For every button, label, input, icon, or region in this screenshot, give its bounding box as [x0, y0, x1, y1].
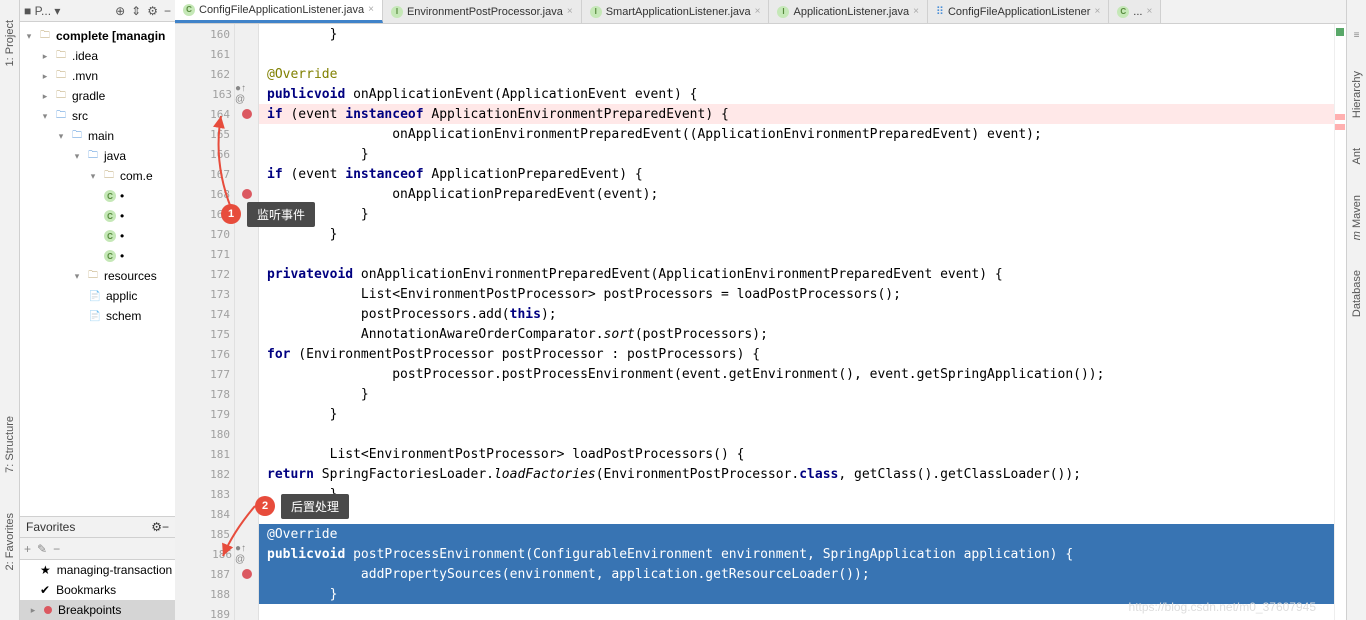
interface-icon: I: [777, 6, 789, 18]
editor-tab[interactable]: ⠿ ConfigFileApplicationListener ×: [928, 0, 1109, 23]
error-marker[interactable]: [1335, 114, 1345, 120]
class-icon: C: [1117, 6, 1129, 18]
code-line[interactable]: [259, 424, 1346, 444]
close-icon[interactable]: ×: [1094, 6, 1100, 17]
code-line[interactable]: AnnotationAwareOrderComparator.sort(post…: [259, 324, 1346, 344]
code-line[interactable]: }: [259, 384, 1346, 404]
tab-label: ...: [1133, 6, 1142, 18]
delete-icon[interactable]: −: [53, 542, 60, 556]
close-icon[interactable]: ×: [1146, 6, 1152, 17]
code-line[interactable]: }: [259, 484, 1346, 504]
tab-label: ConfigFileApplicationListener.java: [199, 4, 364, 16]
xml-icon: ⠿: [936, 5, 944, 18]
collapse-icon[interactable]: ⇕: [131, 4, 141, 18]
code-line[interactable]: List<EnvironmentPostProcessor> loadPostP…: [259, 444, 1346, 464]
code-line[interactable]: for (EnvironmentPostProcessor postProces…: [259, 344, 1346, 364]
code-line[interactable]: postProcessor.postProcessEnvironment(eve…: [259, 364, 1346, 384]
favorites-list[interactable]: ★managing-transaction ✔Bookmarks ▸Breakp…: [20, 560, 175, 620]
breakpoint-icon[interactable]: [242, 569, 252, 579]
breakpoint-icon[interactable]: [242, 109, 252, 119]
code-line[interactable]: }: [259, 24, 1346, 44]
close-icon[interactable]: ×: [567, 6, 573, 17]
right-tool-rail: ≡ Hierarchy Ant m Maven Database: [1346, 0, 1366, 620]
code-line[interactable]: onApplicationEnvironmentPreparedEvent((A…: [259, 124, 1346, 144]
hide-icon[interactable]: −: [162, 520, 169, 534]
add-icon[interactable]: +: [24, 542, 31, 556]
code-line[interactable]: }: [259, 204, 1346, 224]
ant-tool-button[interactable]: Ant: [1351, 148, 1363, 165]
editor-area: C ConfigFileApplicationListener.java × I Env…: [175, 0, 1346, 620]
locate-icon[interactable]: ⊕: [115, 4, 125, 18]
favorites-tool-button[interactable]: 2: Favorites: [4, 513, 16, 570]
code-editor[interactable]: } @Override public void onApplicationEve…: [259, 24, 1346, 620]
code-line[interactable]: if (event instanceof ApplicationPrepared…: [259, 164, 1346, 184]
gear-icon[interactable]: ⚙: [151, 520, 162, 534]
side-panel: ■ P... ▾ ⊕ ⇕ ⚙ − ▾🗀complete [managin ▸🗀.…: [20, 0, 175, 620]
tab-label: EnvironmentPostProcessor.java: [407, 6, 563, 18]
code-line[interactable]: addPropertySources(environment, applicat…: [259, 564, 1346, 584]
tab-label: ApplicationListener.java: [793, 6, 909, 18]
close-icon[interactable]: ×: [755, 6, 761, 17]
breakpoint-icon[interactable]: [242, 189, 252, 199]
close-icon[interactable]: ×: [913, 6, 919, 17]
left-tool-rail: 1: Project 7: Structure 2: Favorites: [0, 0, 20, 620]
structure-tool-button[interactable]: 7: Structure: [4, 416, 16, 473]
hide-icon[interactable]: −: [164, 4, 171, 18]
database-tool-button[interactable]: Database: [1351, 270, 1363, 317]
editor-tab[interactable]: I EnvironmentPostProcessor.java ×: [383, 0, 582, 23]
code-line[interactable]: onApplicationPreparedEvent(event);: [259, 184, 1346, 204]
code-line[interactable]: return SpringFactoriesLoader.loadFactori…: [259, 464, 1346, 484]
project-tree[interactable]: ▾🗀complete [managin ▸🗀.idea ▸🗀.mvn ▸🗀gra…: [20, 22, 175, 516]
code-line[interactable]: [259, 504, 1346, 524]
edit-icon[interactable]: ✎: [37, 542, 47, 556]
error-stripe[interactable]: [1334, 24, 1346, 620]
code-line[interactable]: @Override: [259, 524, 1346, 544]
code-line[interactable]: postProcessors.add(this);: [259, 304, 1346, 324]
project-toolbar: ■ P... ▾ ⊕ ⇕ ⚙ −: [20, 0, 175, 22]
project-dropdown[interactable]: ■ P... ▾: [24, 4, 60, 18]
code-line[interactable]: }: [259, 404, 1346, 424]
tab-label: ConfigFileApplicationListener: [948, 6, 1090, 18]
annotation-tip-2: 后置处理: [281, 494, 349, 519]
favorites-toolbar: + ✎ −: [20, 538, 175, 560]
interface-icon: I: [391, 6, 403, 18]
favorites-title: Favorites ⚙ −: [20, 516, 175, 538]
hierarchy-tool-button[interactable]: Hierarchy: [1351, 71, 1363, 118]
editor-tab[interactable]: I ApplicationListener.java ×: [769, 0, 927, 23]
editor-tab[interactable]: I SmartApplicationListener.java ×: [582, 0, 770, 23]
editor-tab[interactable]: C ConfigFileApplicationListener.java ×: [175, 0, 383, 23]
error-marker[interactable]: [1335, 124, 1345, 130]
code-line[interactable]: List<EnvironmentPostProcessor> postProce…: [259, 284, 1346, 304]
close-icon[interactable]: ×: [368, 4, 374, 15]
annotation-badge-2: 2: [255, 496, 275, 516]
annotation-badge-1: 1: [221, 204, 241, 224]
nav-icon[interactable]: ≡: [1354, 30, 1360, 41]
code-line[interactable]: public void postProcessEnvironment(Confi…: [259, 544, 1346, 564]
code-line[interactable]: }: [259, 144, 1346, 164]
code-line[interactable]: @Override: [259, 64, 1346, 84]
override-icon[interactable]: ●↑ @: [235, 83, 258, 105]
inspection-ok-icon: [1336, 28, 1344, 36]
project-tool-button[interactable]: 1: Project: [4, 20, 16, 66]
tab-label: SmartApplicationListener.java: [606, 6, 751, 18]
annotation-tip-1: 监听事件: [247, 202, 315, 227]
editor-tabs: C ConfigFileApplicationListener.java × I Env…: [175, 0, 1346, 24]
code-line[interactable]: if (event instanceof ApplicationEnvironm…: [259, 104, 1346, 124]
watermark: https://blog.csdn.net/m0_37607945: [1129, 600, 1316, 614]
code-line[interactable]: public void onApplicationEvent(Applicati…: [259, 84, 1346, 104]
class-icon: C: [183, 4, 195, 16]
interface-icon: I: [590, 6, 602, 18]
editor-tab[interactable]: C... ×: [1109, 0, 1161, 23]
code-line[interactable]: [259, 244, 1346, 264]
code-line[interactable]: private void onApplicationEnvironmentPre…: [259, 264, 1346, 284]
gear-icon[interactable]: ⚙: [147, 4, 158, 18]
code-line[interactable]: [259, 44, 1346, 64]
code-line[interactable]: }: [259, 224, 1346, 244]
maven-tool-button[interactable]: m Maven: [1351, 195, 1363, 240]
